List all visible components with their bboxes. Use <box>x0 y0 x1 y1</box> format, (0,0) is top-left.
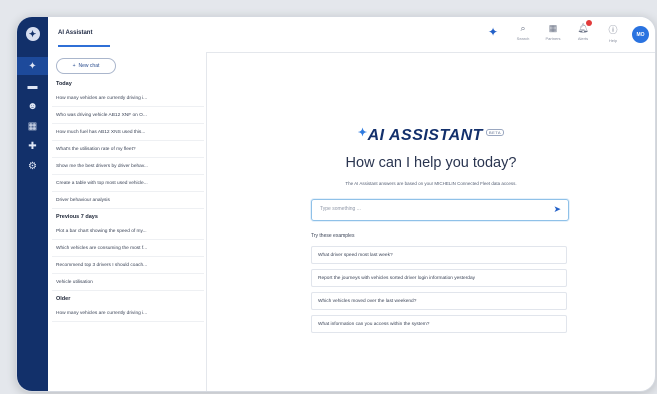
active-tab-indicator <box>58 45 110 47</box>
chat-history-sidebar: + New chat Today How many vehicles are c… <box>48 52 207 391</box>
section-older: Older <box>56 296 71 302</box>
sparkle-icon: ✦ <box>28 60 37 72</box>
person-icon: ☻ <box>27 100 38 112</box>
assistant-main: ✦AI ASSISTANT BETA How can I help you tod… <box>207 52 655 391</box>
app-window: ✦ ✦ ▬ ☻ ▦ ✚ ⚙ AI Assistant ✦ ⌕ Search ▦ … <box>16 16 656 392</box>
page-title: How can I help you today? <box>345 155 517 171</box>
partners-button[interactable]: ▦ Partners <box>542 23 564 41</box>
logo-icon: ✦ <box>25 27 40 41</box>
chat-history-item[interactable]: Show me the best drivers by driver behav… <box>52 158 204 175</box>
rail-location[interactable]: ✚ <box>17 137 48 155</box>
alerts-button[interactable]: 🔔︎ Alerts <box>572 20 594 41</box>
plus-icon: + <box>72 63 76 69</box>
chat-history-item[interactable]: Create a table with top most used vehicl… <box>52 175 204 192</box>
partners-label: Partners <box>545 36 561 41</box>
prompt-box: ➤ <box>311 199 569 221</box>
chat-history-item[interactable]: What's the utilisation rate of my fleet? <box>52 141 204 158</box>
rail-settings[interactable]: ⚙ <box>17 157 48 175</box>
search-icon: ⌕ <box>520 23 526 33</box>
truck-icon: ▬ <box>27 80 38 92</box>
chat-history-item[interactable]: How many vehicles are currently driving … <box>52 305 204 322</box>
section-today: Today <box>56 81 72 87</box>
grid-icon: ▦ <box>27 120 38 132</box>
bell-icon: 🔔︎ <box>577 20 593 33</box>
pin-icon: ✚ <box>28 140 37 152</box>
example-prompt[interactable]: What information can you access within t… <box>311 315 567 333</box>
chat-history-item[interactable]: How much fuel has AB12 XNS used this... <box>52 124 204 141</box>
nav-rail: ✦ ✦ ▬ ☻ ▦ ✚ ⚙ <box>17 17 48 391</box>
new-chat-label: New chat <box>78 63 100 69</box>
sparkle-icon: ✦ <box>487 25 499 39</box>
chat-history-item[interactable]: Who was driving vehicle AB12 XNF on O... <box>52 107 204 124</box>
search-label: Search <box>516 36 530 41</box>
example-prompt[interactable]: What driver speed most last week? <box>311 246 567 264</box>
chat-history-item[interactable]: Vehicle utilisation <box>52 274 204 291</box>
search-button[interactable]: ⌕ Search <box>512 23 534 41</box>
brand-logo: ✦AI ASSISTANT BETA <box>207 127 655 145</box>
chat-history-item[interactable]: Recommend top 3 drivers I should coach..… <box>52 257 204 274</box>
chat-history-item[interactable]: Driver behaviour analysis <box>52 192 204 209</box>
app-title: AI Assistant <box>58 30 93 36</box>
help-icon: ⓘ <box>608 25 618 35</box>
rail-reports[interactable]: ▦ <box>17 117 48 135</box>
rail-ai-assistant[interactable]: ✦ <box>17 57 48 75</box>
gear-icon: ⚙ <box>28 160 37 172</box>
new-chat-button[interactable]: + New chat <box>56 58 116 74</box>
examples-title: Try these examples <box>311 233 355 239</box>
example-prompt[interactable]: Which vehicles moved over the last weeke… <box>311 292 567 310</box>
top-bar: AI Assistant ✦ ⌕ Search ▦ Partners 🔔︎ Al… <box>48 17 655 53</box>
section-previous-7-days: Previous 7 days <box>56 214 98 220</box>
sparkle-icon: ✦ <box>357 127 368 139</box>
help-label: Help <box>608 38 618 43</box>
ai-sparkle-button[interactable]: ✦ <box>482 25 504 39</box>
app-logo[interactable]: ✦ <box>17 25 48 43</box>
help-button[interactable]: ⓘ Help <box>602 23 624 43</box>
brand-text: AI ASSISTANT <box>367 127 483 144</box>
send-icon[interactable]: ➤ <box>553 204 561 215</box>
beta-badge: BETA <box>485 129 505 136</box>
chat-history-item[interactable]: How many vehicles are currently driving … <box>52 90 204 107</box>
rail-drivers[interactable]: ☻ <box>17 97 48 115</box>
alerts-label: Alerts <box>577 36 589 41</box>
rail-vehicles[interactable]: ▬ <box>17 77 48 95</box>
prompt-input[interactable] <box>318 205 542 213</box>
grid-icon: ▦ <box>548 23 558 33</box>
example-prompt[interactable]: Report the journeys with vehicles sorted… <box>311 269 567 287</box>
chat-history-item[interactable]: Which vehicles are consuming the most f.… <box>52 240 204 257</box>
disclaimer-text: The AI Assistant answers are based on yo… <box>345 181 517 186</box>
chat-history-item[interactable]: Plot a bar chart showing the speed of my… <box>52 223 204 240</box>
avatar[interactable]: MO <box>632 26 649 43</box>
